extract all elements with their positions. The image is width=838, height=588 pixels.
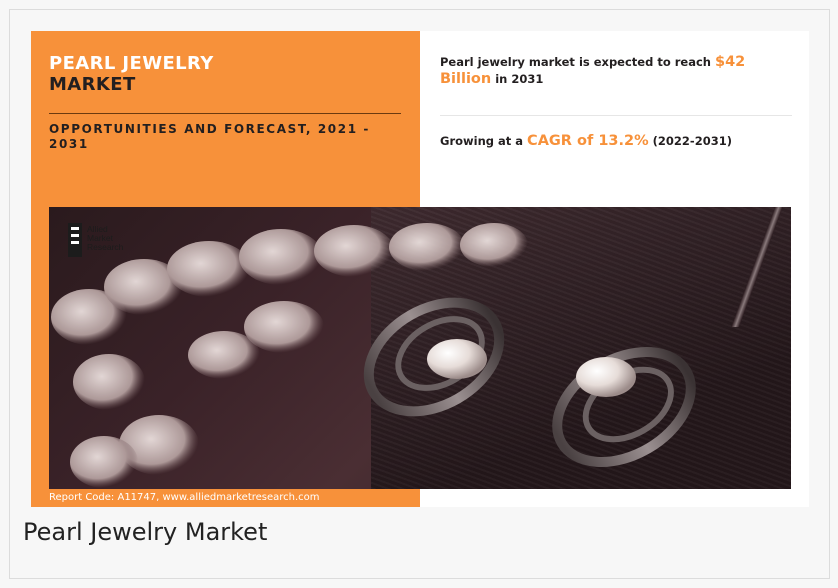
infographic-title: PEARL JEWELRY MARKET	[49, 53, 409, 95]
image-caption: Pearl Jewelry Market	[23, 518, 268, 546]
pearl-jewelry-photo: Allied Market Research	[49, 207, 791, 489]
title-divider	[49, 113, 401, 114]
report-code: Report Code: A11747, www.alliedmarketres…	[49, 492, 320, 503]
cagr-stat: Growing at a CAGR of 13.2% (2022-2031)	[440, 133, 800, 150]
infographic-subtitle: OPPORTUNITIES AND FORECAST, 2021 - 2031	[49, 122, 371, 151]
stat2-prefix: Growing at a	[440, 134, 524, 148]
earring-pearl-left	[427, 339, 487, 379]
allied-market-research-logo: Allied Market Research	[65, 221, 135, 261]
pearl-illustration	[51, 223, 696, 488]
title-line-2: MARKET	[49, 74, 136, 95]
stat1-prefix: Pearl jewelry market is expected to reac…	[440, 55, 711, 69]
logo-text-3: Research	[87, 242, 124, 252]
stat2-suffix: (2022-2031)	[652, 134, 732, 148]
title-line-1: PEARL JEWELRY	[49, 53, 214, 74]
earring-pearl-right	[576, 357, 636, 397]
stat2-highlight: CAGR of 13.2%	[527, 133, 649, 149]
stat1-suffix: in 2031	[495, 72, 544, 86]
market-infographic: PEARL JEWELRY MARKET OPPORTUNITIES AND F…	[31, 31, 809, 507]
earring-right	[552, 347, 696, 467]
stat-divider	[440, 115, 792, 116]
market-size-stat: Pearl jewelry market is expected to reac…	[440, 54, 800, 88]
